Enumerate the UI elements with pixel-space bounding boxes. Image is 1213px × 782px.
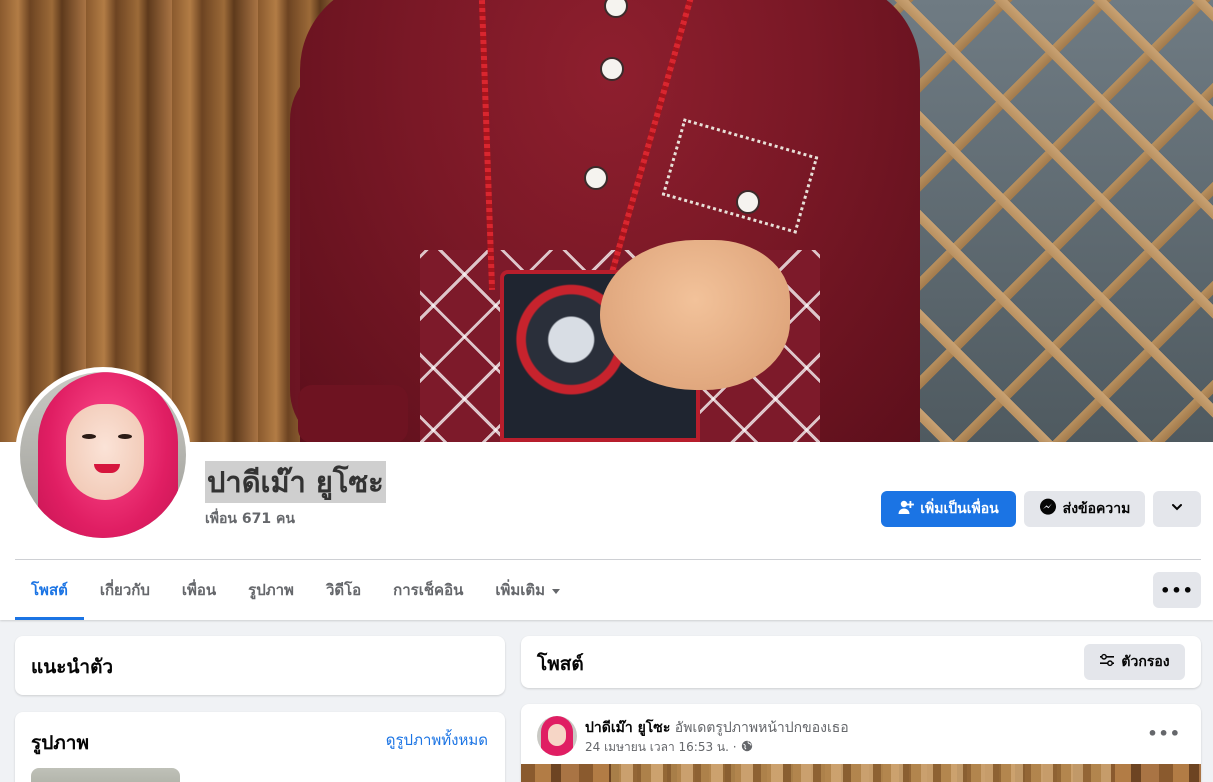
avatar-face [548, 724, 566, 746]
chevron-down-icon [1170, 500, 1184, 518]
tab-friends[interactable]: เพื่อน [166, 560, 232, 620]
globe-icon [741, 740, 753, 755]
avatar-eye [118, 434, 132, 439]
profile-dropdown-button[interactable] [1153, 491, 1201, 527]
post-author-avatar[interactable] [537, 716, 577, 756]
caret-down-icon [551, 581, 561, 599]
tab-label: การเช็คอิน [393, 581, 464, 599]
post-action-text: อัพเดตรูปภาพหน้าปกของเธอ [674, 720, 849, 736]
intro-title: แนะนำตัว [31, 656, 114, 678]
add-friend-button[interactable]: เพิ่มเป็นเพื่อน [881, 491, 1016, 527]
tab-checkins[interactable]: การเช็คอิน [377, 560, 479, 620]
profile-tabs: โพสต์ เกี่ยวกับ เพื่อน รูปภาพ วิดีโอ การ… [15, 560, 577, 620]
post-timestamp[interactable]: 24 เมษายน เวลา 16:53 น. · [585, 738, 737, 757]
more-icon: ••• [1160, 580, 1194, 600]
posts-title: โพสต์ [537, 653, 584, 675]
photos-title: รูปภาพ [31, 732, 89, 754]
tab-label: เกี่ยวกับ [99, 581, 150, 599]
friends-count[interactable]: เพื่อน 671 คน [205, 508, 295, 530]
add-friend-label: เพิ่มเป็นเพื่อน [920, 501, 999, 517]
post-image[interactable] [521, 764, 1201, 782]
posts-header-card: โพสต์ ตัวกรอง [521, 636, 1201, 688]
intro-card: แนะนำตัว [15, 636, 505, 695]
tab-posts[interactable]: โพสต์ [15, 560, 84, 620]
tab-label: โพสต์ [31, 581, 68, 599]
tab-label: เพิ่มเติม [495, 581, 546, 599]
avatar-face [66, 404, 144, 500]
message-label: ส่งข้อความ [1062, 501, 1131, 517]
profile-name: ปาดีเม๊า ยูโซะ [205, 461, 386, 503]
photo-thumbnail[interactable] [31, 768, 180, 782]
filter-icon [1099, 653, 1115, 671]
post-options-icon[interactable]: ••• [1147, 724, 1181, 743]
avatar-eye [82, 434, 96, 439]
filter-label: ตัวกรอง [1121, 654, 1170, 670]
cover-shirt-button [584, 166, 608, 190]
post-card: ปาดีเม๊า ยูโซะ อัพเดตรูปภาพหน้าปกของเธอ … [521, 704, 1201, 782]
tab-label: วิดีโอ [325, 581, 362, 599]
message-button[interactable]: ส่งข้อความ [1024, 491, 1145, 527]
cover-cuff [298, 385, 408, 442]
tab-about[interactable]: เกี่ยวกับ [84, 560, 166, 620]
cover-shirt-button [600, 57, 624, 81]
profile-avatar[interactable] [20, 372, 186, 538]
tab-photos[interactable]: รูปภาพ [232, 560, 310, 620]
tab-label: เพื่อน [181, 581, 217, 599]
cover-hand [600, 240, 790, 390]
tab-more[interactable]: เพิ่มเติม [479, 560, 577, 620]
tab-label: รูปภาพ [248, 581, 294, 599]
see-all-photos-link[interactable]: ดูรูปภาพทั้งหมด [386, 728, 488, 752]
more-options-button[interactable]: ••• [1153, 572, 1201, 608]
post-header-text: ปาดีเม๊า ยูโซะ อัพเดตรูปภาพหน้าปกของเธอ [585, 717, 849, 739]
tab-videos[interactable]: วิดีโอ [310, 560, 377, 620]
photos-card: รูปภาพ ดูรูปภาพทั้งหมด [15, 712, 505, 782]
messenger-icon [1039, 498, 1057, 520]
post-meta: 24 เมษายน เวลา 16:53 น. · [585, 738, 753, 757]
filter-button[interactable]: ตัวกรอง [1084, 644, 1185, 680]
post-author-name[interactable]: ปาดีเม๊า ยูโซะ [585, 720, 670, 736]
cover-photo[interactable] [0, 0, 1213, 442]
add-friend-icon [898, 499, 915, 519]
post-image-detail [611, 764, 1111, 782]
